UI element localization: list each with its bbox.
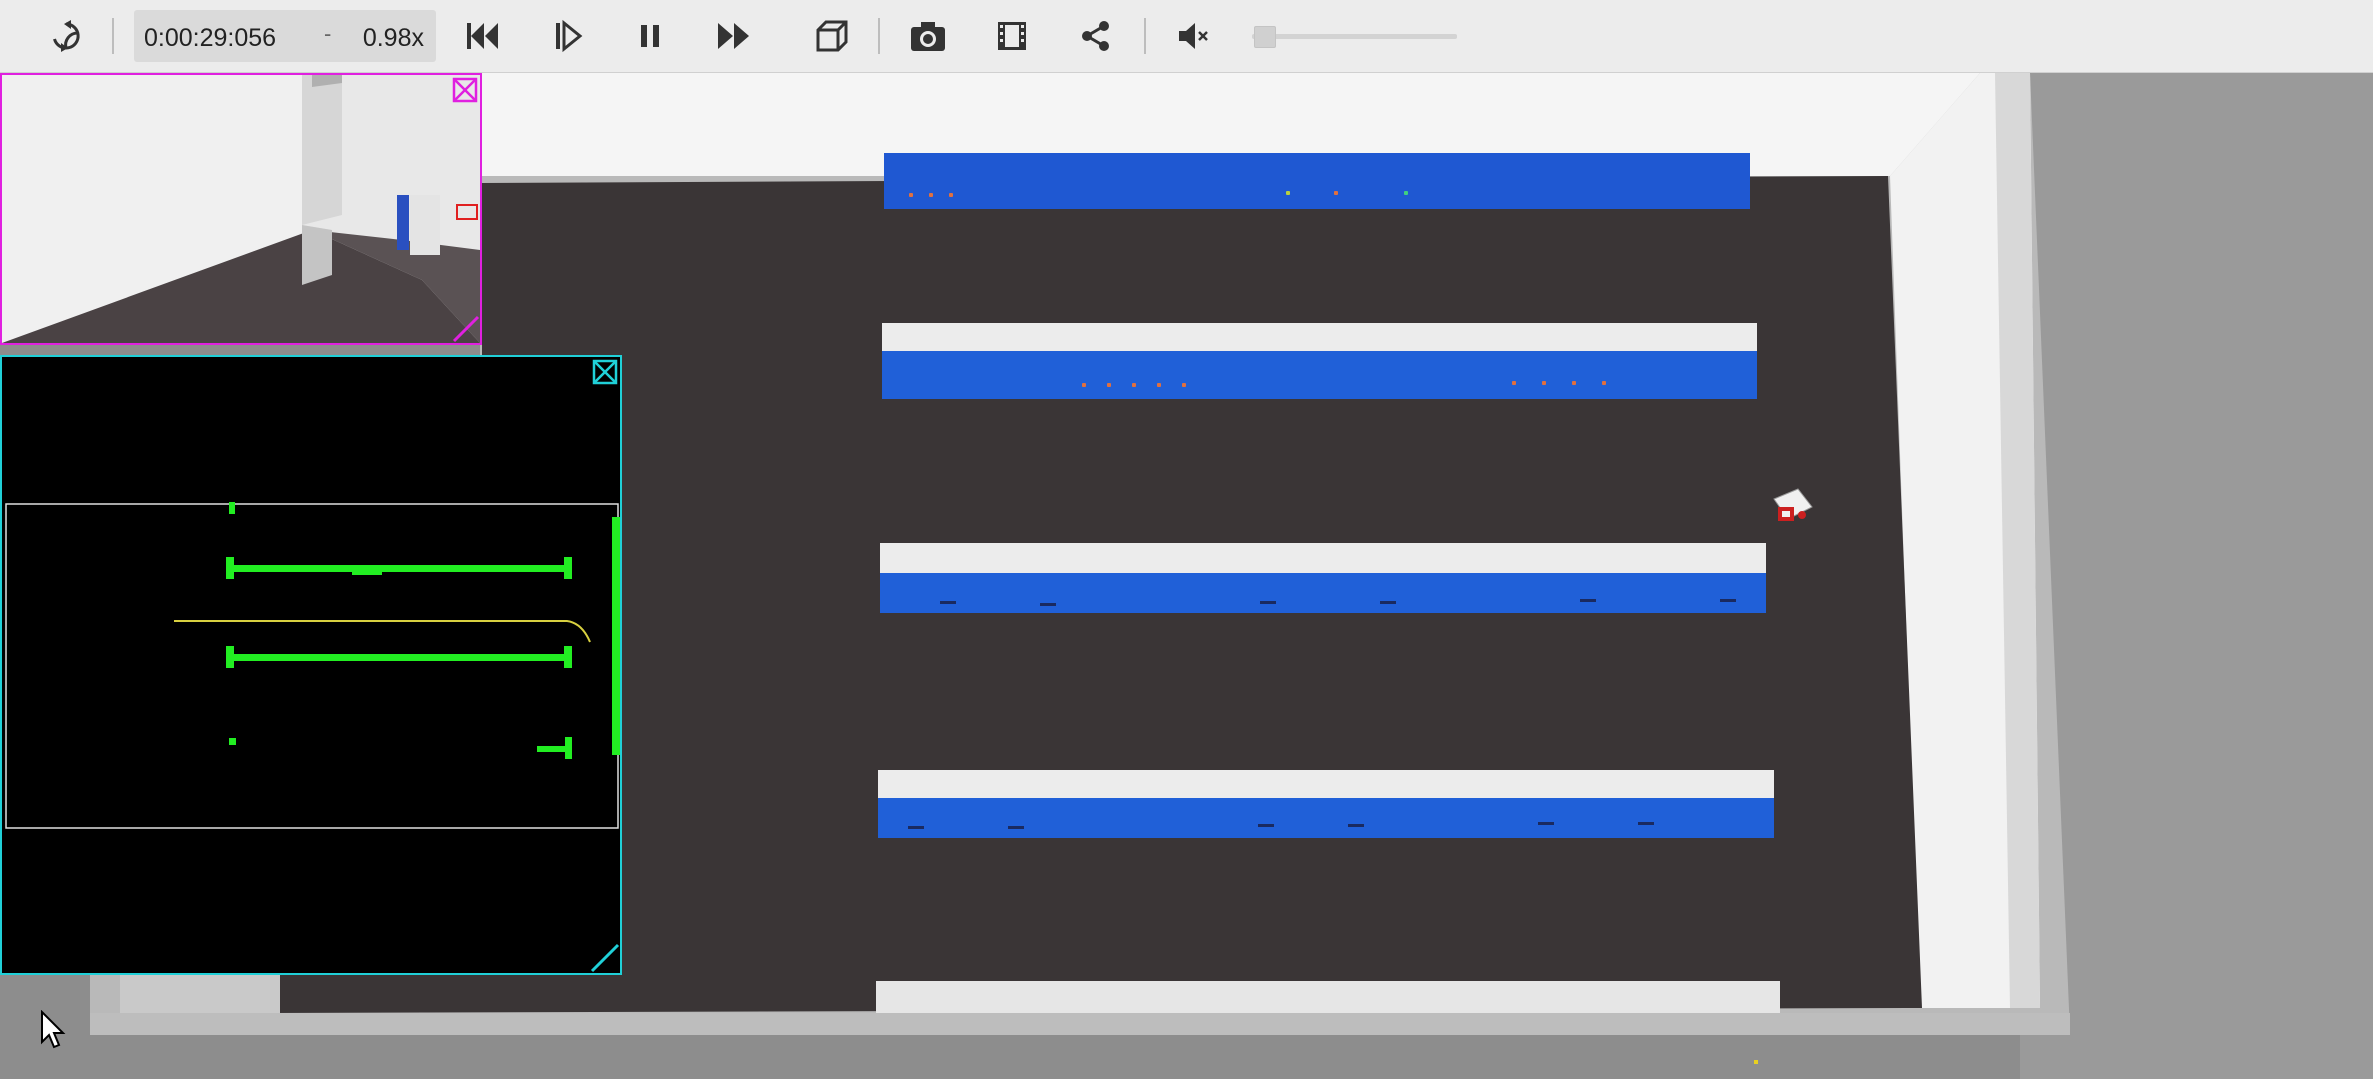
- share-button[interactable]: [1074, 14, 1118, 58]
- shelf-5: [876, 981, 1780, 1013]
- volume-slider-track[interactable]: [1252, 34, 1457, 39]
- record-button[interactable]: [990, 14, 1034, 58]
- lidar-map: [2, 357, 620, 973]
- reload-icon: [53, 20, 80, 52]
- film-icon: [998, 22, 1026, 50]
- resize-handle-icon[interactable]: [452, 315, 480, 343]
- skip-to-start-icon: [467, 23, 498, 49]
- lidar-close-button[interactable]: [592, 359, 618, 385]
- reset-button[interactable]: [460, 14, 504, 58]
- camera-icon: [911, 22, 945, 51]
- reload-button[interactable]: [44, 14, 88, 58]
- mute-button[interactable]: [1172, 14, 1216, 58]
- toolbar-separator: [878, 18, 880, 54]
- shelf-2: [882, 323, 1757, 399]
- shelf-3: [880, 543, 1766, 613]
- mouse-pointer-icon: [41, 1010, 66, 1049]
- robot[interactable]: [1768, 485, 1816, 533]
- scene-marker: [1754, 1060, 1758, 1064]
- share-icon: [1082, 21, 1109, 51]
- shelf-4: [878, 770, 1774, 838]
- 3d-view-icon: [816, 20, 848, 52]
- step-button[interactable]: [546, 14, 590, 58]
- camera-close-button[interactable]: [452, 77, 478, 103]
- close-icon: [592, 359, 618, 385]
- screenshot-button[interactable]: [906, 14, 950, 58]
- pause-icon: [641, 25, 659, 47]
- time-separator: -: [324, 21, 332, 46]
- mute-icon: [1179, 23, 1208, 49]
- simulation-speed: 0.98x: [362, 24, 424, 52]
- time-display: 0:00:29:056 - 0.98x: [134, 10, 436, 62]
- simulation-toolbar: 0:00:29:056 - 0.98x: [0, 0, 2373, 73]
- view-button[interactable]: [810, 14, 854, 58]
- resize-handle-icon[interactable]: [590, 943, 620, 973]
- camera-view-panel[interactable]: [0, 73, 482, 345]
- toolbar-separator: [112, 18, 114, 54]
- volume-slider-thumb[interactable]: [1254, 26, 1276, 48]
- pause-button[interactable]: [628, 14, 672, 58]
- simulation-time: 0:00:29:056: [144, 24, 277, 52]
- fast-forward-button[interactable]: [712, 14, 756, 58]
- camera-image: [2, 75, 480, 343]
- toolbar-separator: [1144, 18, 1146, 54]
- lidar-view-panel[interactable]: [0, 355, 622, 975]
- close-icon: [452, 77, 478, 103]
- step-forward-icon: [556, 19, 583, 53]
- fast-forward-icon: [718, 23, 749, 49]
- shelf-1: [884, 153, 1750, 209]
